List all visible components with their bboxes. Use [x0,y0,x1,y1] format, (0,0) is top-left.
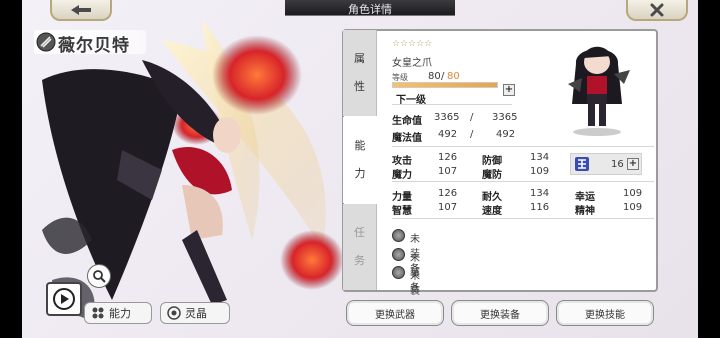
tab-attributes-label-bottom: 性 [354,80,365,93]
stat-value: 116 [530,202,550,213]
stat-value: 107 [438,166,458,177]
chibi-portrait [568,46,630,136]
level-slash: / [441,71,445,82]
mp-current: 492 [438,129,458,140]
divider [392,104,512,105]
character-name: 薇尔贝特 [58,36,130,56]
hp-max: 3365 [492,112,518,123]
tab-quest-label-top: 任 [354,226,365,239]
level-up-button[interactable]: + [503,84,515,96]
close-icon [650,3,664,16]
stat-value: 126 [438,188,458,199]
accessory-slot-icon [392,266,405,279]
level-current: 80 [428,71,441,82]
tab-ability-label-bottom: 力 [354,167,366,180]
divider [392,181,654,182]
play-icon [53,288,75,310]
stat-label: 智慧 [392,206,412,217]
stat-label: 力量 [392,192,412,203]
spirit-crystal-button[interactable]: 灵晶 [160,302,230,324]
stat-label: 精神 [575,206,595,217]
stat-label: 幸运 [575,192,595,203]
change-weapon-label: 更换武器 [375,309,415,321]
skill-card: 16 + [570,153,642,175]
stat-value: 134 [530,188,550,199]
tab-ability[interactable]: 能 力 [343,117,377,203]
tab-quest-label-bottom: 务 [354,254,365,267]
play-voice-button[interactable] [46,282,82,316]
arrow-left-icon [71,4,91,15]
hp-slash: / [470,112,474,123]
character-detail-screen: 角色详情 薇尔贝特 能力 灵晶 属 性 能 力 任 务 ☆☆☆☆☆ 女皇之爪 等… [0,0,720,338]
spirit-crystal-label: 灵晶 [185,307,207,320]
title-bar: 角色详情 [285,0,455,16]
hp-current: 3365 [434,112,460,123]
stat-value: 107 [438,202,458,213]
letterbox-right [698,0,720,338]
window-title: 角色详情 [348,3,392,16]
stat-label: 魔防 [482,170,502,181]
tab-attributes[interactable]: 属 性 [343,30,377,116]
stat-value: 134 [530,152,550,163]
stat-label: 攻击 [392,156,412,167]
tab-ability-label-top: 能 [354,139,366,152]
change-equipment-button[interactable]: 更换装备 [451,300,549,326]
zoom-button[interactable] [87,264,111,288]
stat-label: 速度 [482,206,502,217]
sword-slot-icon [392,229,405,242]
ability-icon [92,307,104,319]
search-icon [93,270,106,283]
divider [392,146,654,147]
class-emblem-icon [36,32,56,52]
armor-slot-icon [392,248,405,261]
stat-value: 109 [623,202,643,213]
stat-value: 126 [438,152,458,163]
tab-quest[interactable]: 任 务 [343,204,377,290]
close-button[interactable] [626,0,688,21]
hp-label: 生命值 [392,116,422,127]
skill-rune-icon [575,157,589,171]
stat-value: 109 [623,188,643,199]
ability-label: 能力 [109,307,131,320]
change-equipment-label: 更换装备 [480,309,520,321]
exp-bar-fill [393,83,497,87]
skill-card-value: 16 [611,159,624,170]
ability-button[interactable]: 能力 [84,302,152,324]
skill-add-button[interactable]: + [627,158,639,170]
divider [392,218,654,219]
tab-attributes-label-top: 属 [354,52,365,65]
back-button[interactable] [50,0,112,21]
stat-label: 防御 [482,156,502,167]
crystal-icon [167,306,181,320]
mp-max: 492 [496,129,516,140]
letterbox-left [0,0,22,338]
mp-label: 魔法值 [392,133,422,144]
change-skill-label: 更换技能 [585,309,625,321]
change-weapon-button[interactable]: 更换武器 [346,300,444,326]
change-skill-button[interactable]: 更换技能 [556,300,654,326]
character-title: 女皇之爪 [392,58,432,69]
side-tabs: 属 性 能 力 任 务 [343,30,377,290]
exp-bar [392,82,498,88]
stat-label: 耐久 [482,192,502,203]
rarity-stars: ☆☆☆☆☆ [392,39,433,49]
mp-slash: / [470,129,474,140]
stat-value: 109 [530,166,550,177]
stat-label: 魔力 [392,170,412,181]
level-max: 80 [447,71,460,82]
